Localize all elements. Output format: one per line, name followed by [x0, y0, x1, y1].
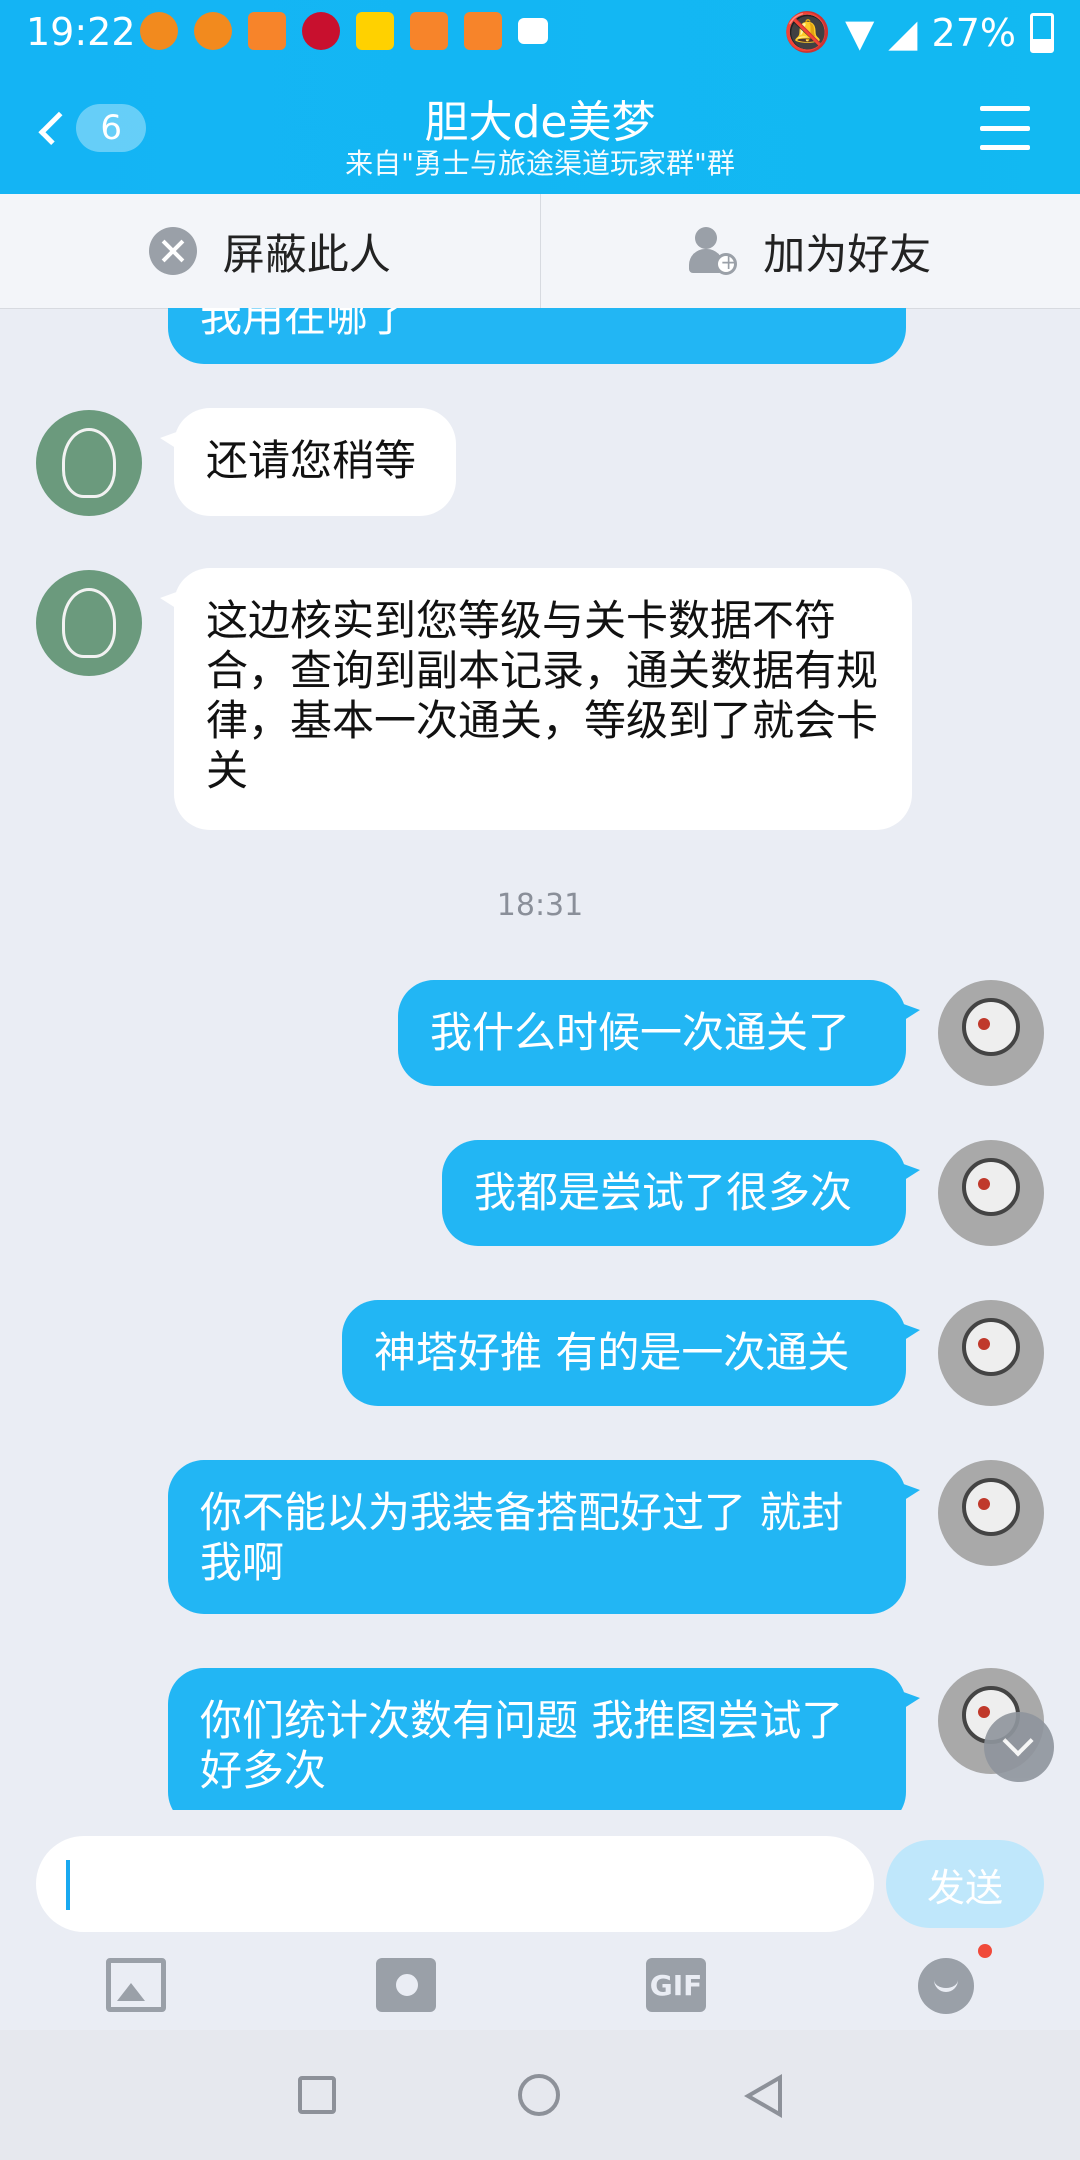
- message-text: 我用在哪了: [200, 308, 411, 341]
- block-user-label: 屏蔽此人: [222, 229, 391, 279]
- message-bubble-in[interactable]: 还请您稍等: [160, 408, 456, 516]
- contact-avatar[interactable]: [36, 410, 142, 516]
- notification-dot: [978, 1944, 992, 1958]
- message-list[interactable]: 我用在哪了 还请您稍等 这边核实到您等级与关卡数据不符合，查询到副本记录，通关数…: [0, 308, 1080, 1810]
- user-avatar[interactable]: [938, 1300, 1044, 1406]
- menu-icon-line: [980, 106, 1030, 111]
- block-icon: [148, 227, 197, 275]
- message-bubble-out[interactable]: 我什么时候一次通关了: [398, 980, 920, 1086]
- app-icon: [194, 12, 232, 50]
- wifi-icon: ▼: [845, 10, 875, 55]
- chat-subtitle: 来自"勇士与旅途渠道玩家群"群: [345, 147, 735, 180]
- app-icon: [410, 12, 448, 50]
- emoji-icon[interactable]: [918, 1958, 974, 2014]
- add-friend-icon: [689, 227, 738, 275]
- chat-title: 胆大de美梦: [424, 97, 656, 148]
- time-divider: 18:31: [496, 888, 584, 923]
- message-text: 我都是尝试了很多次: [474, 1168, 853, 1217]
- chat-header: 6 胆大de美梦 来自"勇士与旅途渠道玩家群"群: [0, 64, 1080, 194]
- status-time: 19:22: [26, 10, 136, 54]
- message-text: 我什么时候一次通关了: [430, 1008, 851, 1057]
- system-nav-bar: [0, 2030, 1080, 2160]
- recents-button[interactable]: [298, 2076, 336, 2114]
- meituan-icon: [356, 12, 394, 50]
- add-friend-button[interactable]: 加为好友: [539, 194, 1080, 308]
- signal-icon: ◢: [888, 10, 918, 55]
- contact-avatar[interactable]: [36, 570, 142, 676]
- block-user-button[interactable]: 屏蔽此人: [0, 194, 540, 308]
- citic-icon: [302, 12, 340, 50]
- user-avatar[interactable]: [938, 980, 1044, 1086]
- status-right: 🔕 ▼ ◢ 27%: [784, 10, 1054, 55]
- message-bubble-out[interactable]: 你们统计次数有问题 我推图尝试了 好多次: [168, 1668, 920, 1810]
- home-button[interactable]: [518, 2074, 560, 2116]
- battery-text: 27%: [931, 10, 1016, 55]
- message-input[interactable]: [36, 1836, 874, 1932]
- app-icon: [464, 12, 502, 50]
- user-avatar[interactable]: [938, 1140, 1044, 1246]
- gif-icon[interactable]: GIF: [646, 1958, 706, 2012]
- status-bar: 19:22 🔕 ▼ ◢ 27%: [0, 0, 1080, 64]
- image-picker-icon[interactable]: [106, 1958, 166, 2012]
- message-bubble-in[interactable]: 这边核实到您等级与关卡数据不符合，查询到副本记录，通关数据有规律，基本一次通关，…: [160, 568, 912, 830]
- app-icon: [248, 12, 286, 50]
- message-bubble-out[interactable]: 我都是尝试了很多次: [442, 1140, 920, 1246]
- message-bubble-out[interactable]: 你不能以为我装备搭配好过了 就封我啊: [168, 1460, 920, 1614]
- scroll-to-bottom-button[interactable]: [984, 1712, 1054, 1782]
- menu-icon-line: [980, 145, 1030, 150]
- message-text: 你们统计次数有问题 我推图尝试了 好多次: [200, 1696, 844, 1795]
- message-text: 还请您稍等: [206, 436, 417, 485]
- menu-button[interactable]: [980, 106, 1030, 150]
- camera-icon[interactable]: [376, 1958, 436, 2012]
- text-caret: [66, 1860, 70, 1910]
- user-avatar[interactable]: [938, 1460, 1044, 1566]
- image-icon: [518, 18, 548, 44]
- action-bar: 屏蔽此人 加为好友: [0, 194, 1080, 309]
- send-button[interactable]: 发送: [886, 1840, 1044, 1928]
- back-nav-button[interactable]: [744, 2074, 782, 2118]
- message-text: 你不能以为我装备搭配好过了 就封我啊: [200, 1488, 844, 1587]
- add-friend-label: 加为好友: [763, 229, 932, 279]
- message-text: 这边核实到您等级与关卡数据不符合，查询到副本记录，通关数据有规律，基本一次通关，…: [206, 596, 879, 795]
- app-icon: [140, 12, 178, 50]
- battery-icon: [1030, 12, 1054, 53]
- input-bar: 发送 GIF: [0, 1810, 1080, 2030]
- menu-icon-line: [980, 125, 1030, 131]
- message-text: 神塔好推 有的是一次通关: [374, 1328, 850, 1377]
- message-bubble-out[interactable]: 我用在哪了: [168, 308, 906, 364]
- message-bubble-out[interactable]: 神塔好推 有的是一次通关: [342, 1300, 920, 1406]
- notification-icons: [140, 12, 548, 50]
- mute-icon: 🔕: [783, 10, 832, 54]
